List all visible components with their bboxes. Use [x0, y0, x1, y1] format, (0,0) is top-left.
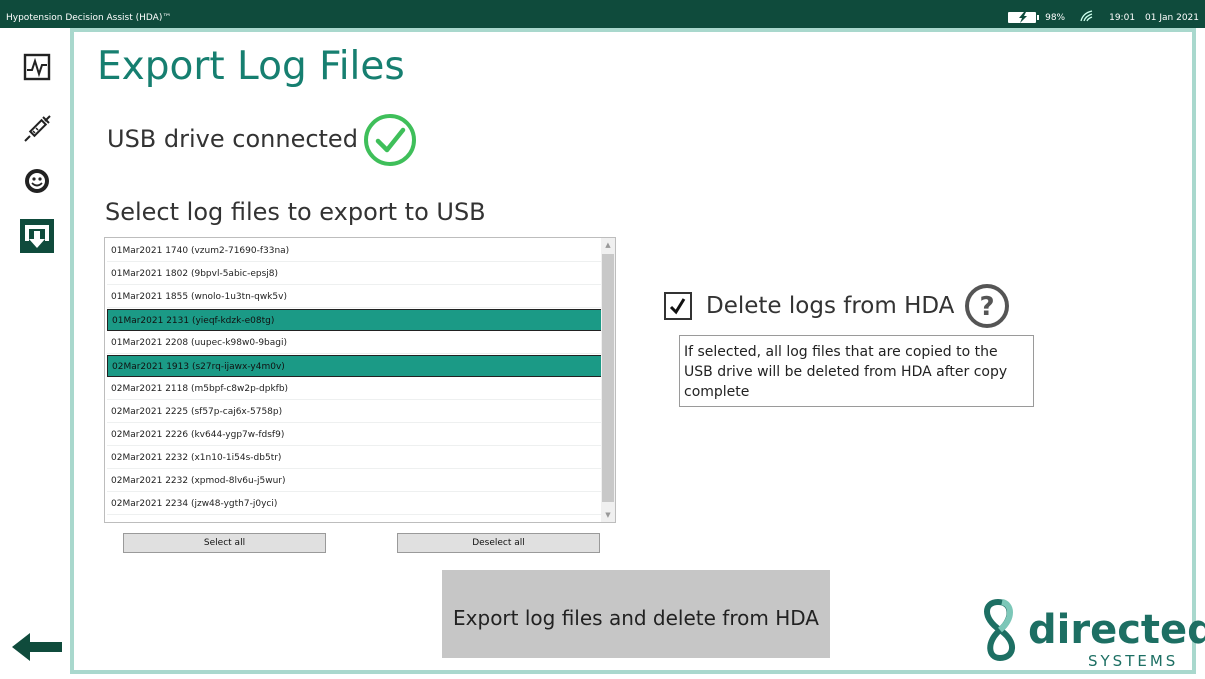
logo-subtitle: SYSTEMS	[1088, 652, 1179, 670]
list-item[interactable]: 02Mar2021 2232 (x1n10-1i54s-db5tr)	[107, 447, 602, 469]
back-arrow-icon[interactable]	[12, 632, 64, 662]
page-title: Export Log Files	[97, 44, 405, 89]
status-area: 98% 19:01 01 Jan 2021	[1008, 10, 1199, 25]
monitor-chart-icon	[23, 53, 51, 81]
export-button[interactable]: Export log files and delete from HDA	[442, 570, 830, 658]
app-title: Hypotension Decision Assist (HDA)™	[6, 13, 172, 23]
list-item[interactable]: 01Mar2021 1740 (vzum2-71690-f33na)	[107, 240, 602, 262]
syringe-icon	[24, 115, 51, 142]
list-item-label: 02Mar2021 2232 (x1n10-1i54s-db5tr)	[111, 453, 282, 463]
clock-date: 01 Jan 2021	[1145, 12, 1199, 23]
select-all-button[interactable]: Select all	[123, 533, 326, 553]
list-item-label: 01Mar2021 2208 (uupec-k98w0-9bagi)	[111, 338, 288, 348]
sidebar-item-monitor[interactable]	[20, 50, 54, 84]
deselect-all-button[interactable]: Deselect all	[397, 533, 600, 553]
log-file-list[interactable]: 01Mar2021 1740 (vzum2-71690-f33na) 01Mar…	[104, 237, 616, 523]
list-item-label: 02Mar2021 2234 (jzw48-ygth7-j0yci)	[111, 499, 278, 509]
list-item-label: 01Mar2021 1855 (wnolo-1u3tn-qwk5v)	[111, 292, 287, 302]
help-tooltip: If selected, all log files that are copi…	[679, 335, 1034, 407]
list-item[interactable]: 02Mar2021 2118 (m5bpf-c8w2p-dpkfb)	[107, 378, 602, 400]
sidebar-item-syringe[interactable]	[20, 112, 54, 146]
logo-mark-icon	[984, 598, 1015, 662]
list-scrollbar[interactable]: ▲ ▼	[601, 238, 615, 522]
list-item-label: 02Mar2021 2232 (xpmod-8lv6u-j5wur)	[111, 476, 286, 486]
list-item[interactable]: 02Mar2021 2234 (jzw48-ygth7-j0yci)	[107, 493, 602, 515]
list-item-selected[interactable]: 01Mar2021 2131 (yieqf-kdzk-e08tg)	[107, 309, 602, 331]
usb-connected-check-icon	[364, 114, 416, 166]
scroll-up-icon[interactable]: ▲	[601, 238, 615, 252]
list-item[interactable]: 01Mar2021 1802 (9bpvl-5abic-epsj8)	[107, 263, 602, 285]
list-item[interactable]: 01Mar2021 1855 (wnolo-1u3tn-qwk5v)	[107, 286, 602, 308]
export-download-icon	[25, 225, 49, 248]
list-item[interactable]: 01Mar2021 2208 (uupec-k98w0-9bagi)	[107, 332, 602, 354]
sidebar-item-settings[interactable]	[20, 164, 54, 198]
list-item-label: 02Mar2021 2225 (sf57p-caj6x-5758p)	[111, 407, 283, 417]
sidebar	[0, 28, 70, 679]
list-item-label: 02Mar2021 1913 (s27rq-ijawx-y4m0v)	[112, 362, 285, 372]
settings-face-icon	[25, 169, 49, 193]
title-bar: Hypotension Decision Assist (HDA)™ 98% 1…	[0, 0, 1205, 28]
usb-status-text: USB drive connected	[107, 125, 358, 153]
list-item[interactable]: 02Mar2021 2226 (kv644-ygp7w-fdsf9)	[107, 424, 602, 446]
clock-time: 19:01	[1109, 12, 1136, 23]
list-item-label: 01Mar2021 2131 (yieqf-kdzk-e08tg)	[112, 316, 275, 326]
scroll-down-icon[interactable]: ▼	[601, 508, 615, 522]
list-item[interactable]: 02Mar2021 2225 (sf57p-caj6x-5758p)	[107, 401, 602, 423]
scroll-thumb[interactable]	[602, 254, 614, 502]
wireless-icon	[1079, 10, 1095, 25]
select-heading: Select log files to export to USB	[105, 198, 486, 226]
checkmark-icon	[669, 298, 686, 315]
list-item-selected[interactable]: 02Mar2021 1913 (s27rq-ijawx-y4m0v)	[107, 355, 602, 377]
sidebar-item-export[interactable]	[20, 219, 54, 253]
help-question-icon[interactable]: ?	[964, 283, 1010, 329]
list-item-label: 01Mar2021 1802 (9bpvl-5abic-epsj8)	[111, 269, 279, 279]
delete-logs-checkbox[interactable]	[664, 292, 692, 320]
delete-logs-label: Delete logs from HDA	[706, 293, 955, 319]
list-item[interactable]: 02Mar2021 2232 (xpmod-8lv6u-j5wur)	[107, 470, 602, 492]
list-item-label: 02Mar2021 2226 (kv644-ygp7w-fdsf9)	[111, 430, 285, 440]
battery-icon	[1008, 12, 1040, 23]
battery-percent: 98%	[1045, 12, 1066, 23]
delete-logs-option: Delete logs from HDA ?	[664, 283, 1010, 329]
svg-text:?: ?	[980, 292, 995, 322]
list-item-label: 02Mar2021 2118 (m5bpf-c8w2p-dpkfb)	[111, 384, 289, 394]
logo-wordmark: directed	[1028, 607, 1205, 653]
list-item-label: 01Mar2021 1740 (vzum2-71690-f33na)	[111, 246, 290, 256]
company-logo: directed SYSTEMS TM	[978, 598, 1205, 670]
